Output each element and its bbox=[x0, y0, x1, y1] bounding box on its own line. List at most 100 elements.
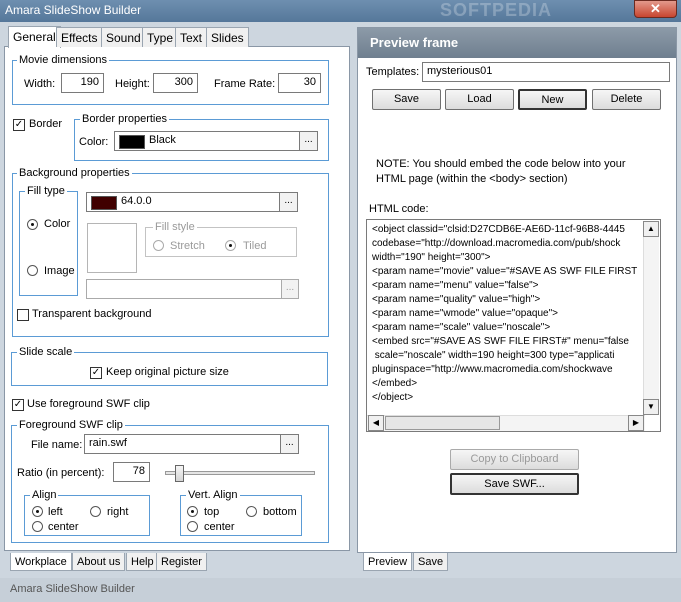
align-left-radio[interactable] bbox=[32, 506, 43, 517]
window-title: Amara SlideShow Builder bbox=[5, 3, 142, 17]
copy-to-clipboard-button[interactable]: Copy to Clipboard bbox=[450, 449, 579, 470]
code-line: <param name="movie" value="#SAVE AS SWF … bbox=[372, 266, 638, 277]
fill-stretch-radio[interactable] bbox=[153, 240, 164, 251]
code-line: scale="noscale" width=190 height=300 typ… bbox=[372, 350, 615, 361]
tab-about-us[interactable]: About us bbox=[72, 553, 126, 571]
background-properties-legend: Background properties bbox=[17, 167, 132, 179]
height-label: Height: bbox=[115, 78, 150, 90]
title-bar: Amara SlideShow Builder SOFTPEDIA ✕ bbox=[0, 0, 681, 22]
background-color-swatch bbox=[91, 196, 117, 210]
background-color-field[interactable]: 64.0.0 bbox=[86, 192, 280, 212]
tab-general[interactable]: General bbox=[8, 26, 61, 48]
scroll-up-icon[interactable]: ▲ bbox=[643, 221, 659, 237]
preview-header-title: Preview frame bbox=[370, 35, 459, 50]
html-code-label: HTML code: bbox=[369, 203, 429, 215]
width-input[interactable]: 190 bbox=[61, 73, 104, 93]
border-checkbox[interactable]: ✓ bbox=[13, 119, 25, 131]
templates-label: Templates: bbox=[366, 66, 420, 78]
movie-dimensions-legend: Movie dimensions bbox=[17, 54, 110, 66]
fill-tiled-radio[interactable] bbox=[225, 240, 236, 251]
fill-tiled-label: Tiled bbox=[243, 240, 267, 252]
status-bar: Amara SlideShow Builder bbox=[0, 578, 681, 602]
tab-save[interactable]: Save bbox=[413, 553, 449, 571]
code-line: </object> bbox=[372, 392, 414, 403]
border-color-picker-button[interactable]: ... bbox=[299, 131, 318, 151]
tab-slides[interactable]: Slides bbox=[206, 27, 249, 47]
scroll-down-icon[interactable]: ▼ bbox=[643, 399, 659, 415]
code-line: codebase="http://download.macromedia.com… bbox=[372, 238, 621, 249]
ratio-label: Ratio (in percent): bbox=[17, 467, 105, 479]
tab-preview[interactable]: Preview bbox=[363, 553, 413, 571]
tab-text[interactable]: Text bbox=[175, 27, 208, 47]
background-image-browse-button[interactable]: ... bbox=[281, 279, 299, 299]
code-line: <param name="wmode" value="opaque"> bbox=[372, 308, 558, 319]
use-foreground-swf-checkbox[interactable]: ✓ bbox=[12, 399, 24, 411]
valign-bottom-label: bottom bbox=[263, 506, 297, 518]
tab-type[interactable]: Type bbox=[142, 27, 179, 47]
align-center-label: center bbox=[48, 521, 79, 533]
background-color-value: 64.0.0 bbox=[121, 195, 152, 207]
border-color-label: Color: bbox=[79, 136, 109, 148]
vertical-scroll-track[interactable] bbox=[643, 237, 659, 400]
valign-top-radio[interactable] bbox=[187, 506, 198, 517]
templates-input[interactable]: mysterious01 bbox=[422, 62, 670, 82]
align-center-radio[interactable] bbox=[32, 521, 43, 532]
background-image-path-input[interactable] bbox=[86, 279, 282, 299]
code-line: width="190" height="300"> bbox=[372, 252, 491, 263]
note-text-line1: NOTE: You should embed the code below in… bbox=[376, 158, 626, 170]
tab-workplace[interactable]: Workplace bbox=[10, 553, 72, 571]
border-color-field[interactable]: Black bbox=[114, 131, 300, 151]
template-new-button[interactable]: New bbox=[518, 89, 587, 110]
tab-sound[interactable]: Sound bbox=[101, 27, 146, 47]
background-color-picker-button[interactable]: ... bbox=[279, 192, 298, 212]
align-group bbox=[24, 495, 150, 536]
fill-image-radio[interactable] bbox=[27, 265, 38, 276]
fill-style-legend: Fill style bbox=[153, 221, 197, 233]
framerate-label: Frame Rate: bbox=[214, 78, 276, 90]
code-line: <param name="scale" value="noscale"> bbox=[372, 322, 551, 333]
transparent-background-checkbox[interactable] bbox=[17, 309, 29, 321]
template-save-button[interactable]: Save bbox=[372, 89, 441, 110]
template-load-button[interactable]: Load bbox=[445, 89, 514, 110]
tab-effects[interactable]: Effects bbox=[56, 27, 103, 47]
border-properties-legend: Border properties bbox=[80, 113, 169, 125]
border-checkbox-label: Border bbox=[29, 118, 63, 130]
background-image-preview bbox=[87, 223, 137, 273]
fill-type-group bbox=[19, 191, 78, 296]
fill-color-radio[interactable] bbox=[27, 219, 38, 230]
watermark-text: SOFTPEDIA bbox=[440, 0, 553, 20]
valign-center-label: center bbox=[204, 521, 235, 533]
ratio-input[interactable]: 78 bbox=[113, 462, 150, 482]
template-delete-button[interactable]: Delete bbox=[592, 89, 661, 110]
ratio-slider-thumb[interactable] bbox=[175, 465, 185, 482]
code-line: <param name="menu" value="false"> bbox=[372, 280, 539, 291]
valign-center-radio[interactable] bbox=[187, 521, 198, 532]
valign-bottom-radio[interactable] bbox=[246, 506, 257, 517]
ratio-slider-track[interactable] bbox=[165, 471, 315, 475]
framerate-input[interactable]: 30 bbox=[278, 73, 321, 93]
keep-original-size-label: Keep original picture size bbox=[106, 366, 229, 378]
transparent-background-label: Transparent background bbox=[32, 308, 152, 320]
status-text: Amara SlideShow Builder bbox=[10, 583, 135, 595]
horizontal-scroll-thumb[interactable] bbox=[385, 416, 500, 430]
html-code-textarea[interactable]: <object classid="clsid:D27CDB6E-AE6D-11c… bbox=[366, 219, 661, 432]
fill-image-label: Image bbox=[44, 265, 75, 277]
close-button[interactable]: ✕ bbox=[634, 0, 677, 18]
fill-stretch-label: Stretch bbox=[170, 240, 205, 252]
file-name-input[interactable]: rain.swf bbox=[84, 434, 281, 454]
app-window: Amara SlideShow Builder SOFTPEDIA ✕ Gene… bbox=[0, 0, 681, 602]
align-right-label: right bbox=[107, 506, 129, 518]
code-line: pluginspace="http://www.macromedia.com/s… bbox=[372, 364, 613, 375]
tab-register[interactable]: Register bbox=[156, 553, 207, 571]
file-name-browse-button[interactable]: ... bbox=[280, 434, 299, 454]
valign-top-label: top bbox=[204, 506, 220, 518]
tab-help[interactable]: Help bbox=[126, 553, 159, 571]
code-line: </embed> bbox=[372, 378, 418, 389]
keep-original-size-checkbox[interactable]: ✓ bbox=[90, 367, 102, 379]
align-right-radio[interactable] bbox=[90, 506, 101, 517]
save-swf-button[interactable]: Save SWF... bbox=[450, 473, 579, 495]
height-input[interactable]: 300 bbox=[153, 73, 198, 93]
note-text-line2: HTML page (within the <body> section) bbox=[376, 173, 568, 185]
scroll-left-icon[interactable]: ◀ bbox=[368, 415, 384, 431]
scroll-right-icon[interactable]: ▶ bbox=[628, 415, 644, 431]
